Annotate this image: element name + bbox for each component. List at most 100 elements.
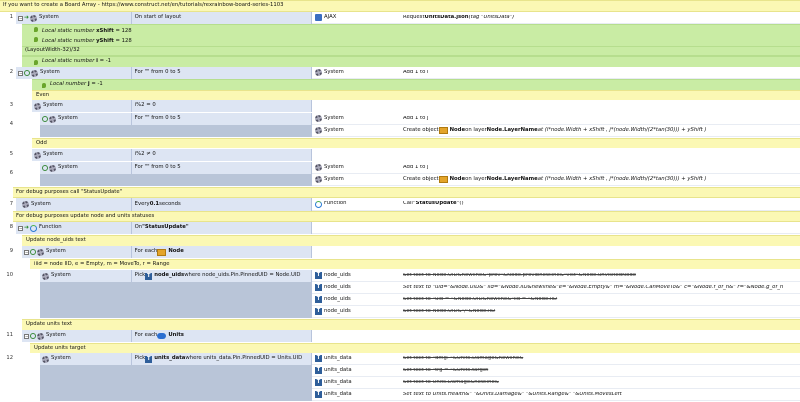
event-actions: System Add 1 to j System Create object N… <box>312 162 800 186</box>
group-update-units-target[interactable]: Update units target <box>0 343 800 353</box>
event-row-1[interactable]: 1 − ➜ System On start of layout AJAX Reque… <box>0 12 800 24</box>
event-row-5[interactable]: 5 System i%2 ≠ 0 <box>0 149 800 161</box>
var-list: Local static number xShift = 128 Local s… <box>22 24 800 46</box>
var-xshift[interactable]: Local static number xShift = 128 <box>34 26 132 34</box>
event-actions: Tnode_uids Set text to Node.UID&newline&… <box>312 270 800 318</box>
event-row-4[interactable]: 4 System For "" from 0 to 5 System Add 1… <box>0 113 800 137</box>
event-row-2[interactable]: 2 − System For "" from 0 to 5 System Add … <box>0 67 800 79</box>
action-text: Set text to "uid = "&Node.UID&newline&"i… <box>403 296 558 302</box>
event-condition[interactable]: − System For "" from 0 to 5 <box>16 67 312 79</box>
action-object: Tnode_uids <box>315 284 351 291</box>
action-object: System <box>312 176 400 183</box>
var-j[interactable]: Local number j = -1 <box>32 79 800 90</box>
action-object: System <box>312 164 400 171</box>
event-actions: System Add 1 to i <box>312 67 800 79</box>
loop-icon <box>30 249 36 255</box>
condition-object: System <box>32 100 132 112</box>
event-condition[interactable]: System Every 0.1 seconds <box>16 198 312 211</box>
event-actions: System Add 1 to j System Create object N… <box>312 113 800 137</box>
system-icon <box>315 127 322 134</box>
group-title: Update units text <box>22 319 800 330</box>
event-condition[interactable]: System For "" from 0 to 5 <box>40 113 312 137</box>
variable-icon <box>34 26 38 32</box>
var-yshift[interactable]: Local static number yShift = 128 <box>34 37 132 44</box>
event-row-11[interactable]: 11 − System For each Units <box>0 330 800 342</box>
comment-row[interactable]: (LayoutWidth-32)/32 <box>0 46 800 56</box>
group-update-node-uids[interactable]: Update node_uids text <box>0 235 800 246</box>
event-condition[interactable]: System i%2 ≠ 0 <box>32 149 312 161</box>
condition-object: − System <box>16 67 132 79</box>
event-row-10[interactable]: 10 System Pick Tnode_uids where node_uid… <box>0 270 800 318</box>
action-row[interactable]: AJAX Request UnitsData.json (tag "UnitsD… <box>312 12 800 24</box>
action-row[interactable]: System Add 1 to j <box>312 162 800 174</box>
system-icon <box>37 332 44 340</box>
event-row-9[interactable]: 9 − System For each Node <box>0 246 800 258</box>
comment-text: For debug purposes update node and units… <box>13 211 800 222</box>
condition-text: Pick Tunits_data where units_data.Pin.Pi… <box>134 355 303 363</box>
action-row[interactable]: Tnode_uids Set text to "uid = "&Node.UID… <box>312 294 800 306</box>
comment-row[interactable]: For debug purposes update node and units… <box>0 211 800 222</box>
action-row[interactable]: System Add 1 to j <box>312 113 800 125</box>
text-object-icon: T <box>315 308 322 315</box>
event-condition[interactable]: System Pick Tnode_uids where node_uids.P… <box>40 270 312 318</box>
action-text: Add 1 to j <box>403 115 429 121</box>
event-condition[interactable]: System For "" from 0 to 5 <box>40 162 312 186</box>
collapse-toggle[interactable]: − <box>18 225 23 231</box>
action-text: Request UnitsData.json (tag "UnitsData") <box>403 14 515 20</box>
event-row-8[interactable]: 8 − ➜ Function On "StatusUpdate" <box>0 222 800 234</box>
collapse-toggle[interactable]: − <box>24 249 29 255</box>
event-number: 11 <box>6 332 13 339</box>
action-row[interactable]: Tnode_uids Set text to Node.UID&newline&… <box>312 270 800 282</box>
event-row-12[interactable]: 12 System Pick Tunits_data where units_d… <box>0 353 800 401</box>
condition-text: For each Node <box>134 248 184 256</box>
text-object-icon: T <box>315 391 322 398</box>
group-title: Even <box>32 90 800 100</box>
var-i[interactable]: Local static number i = -1 <box>22 56 800 67</box>
condition-text: i%2 = 0 <box>134 102 156 109</box>
event-condition[interactable]: System i%2 = 0 <box>32 100 312 112</box>
text-object-icon: T <box>315 284 322 291</box>
system-icon <box>49 115 56 123</box>
system-icon <box>34 102 41 110</box>
action-row[interactable]: Tunits_data Set text to "dmg: "&Units.Da… <box>312 353 800 365</box>
event-row-3[interactable]: 3 System i%2 = 0 <box>0 100 800 112</box>
event-number: 1 <box>9 14 13 21</box>
comment-text: (LayoutWidth-32)/32 <box>22 46 800 56</box>
action-row[interactable]: System Create object Node on layer Node.… <box>312 174 800 186</box>
condition-text: Every 0.1 seconds <box>134 200 181 207</box>
node-sprite-icon <box>438 176 448 183</box>
action-row[interactable]: System Create object Node on layer Node.… <box>312 125 800 137</box>
action-row[interactable]: Tunits_data Set text to Units.Damage&new… <box>312 377 800 389</box>
event-condition[interactable]: − System For each Node <box>22 246 312 258</box>
event-condition[interactable]: − ➜ Function On "StatusUpdate" <box>16 222 312 234</box>
event-row-7[interactable]: 7 System Every 0.1 seconds Function Call… <box>0 198 800 211</box>
collapse-toggle[interactable]: − <box>24 333 29 339</box>
system-icon <box>315 164 322 171</box>
collapse-toggle[interactable]: − <box>18 70 23 76</box>
action-row[interactable]: System Add 1 to i <box>312 67 800 79</box>
group-legend[interactable]: iiid = node IID, e = Empty, m = MoveTo, … <box>0 259 800 269</box>
group-odd[interactable]: Odd <box>0 138 800 148</box>
action-row[interactable]: Tunits_data Set text to "trg = "&Units.t… <box>312 365 800 377</box>
group-update-units-text[interactable]: Update units text <box>0 319 800 330</box>
event-row-6[interactable]: 6 System For "" from 0 to 5 System Add 1… <box>0 162 800 186</box>
comment-row[interactable]: For debug purposes call "StatusUpdate" <box>0 187 800 198</box>
event-condition[interactable]: − ➜ System On start of layout <box>16 12 312 24</box>
comment-row[interactable]: If you want to create a Board Array - ht… <box>0 0 800 12</box>
system-icon <box>42 272 49 280</box>
trigger-arrow-icon: ➜ <box>24 224 30 231</box>
system-icon <box>34 151 41 159</box>
action-row[interactable]: Tunits_data Set text to Units.Health&" "… <box>312 389 800 401</box>
event-number: 2 <box>9 69 13 76</box>
group-even[interactable]: Even <box>0 90 800 100</box>
variable-icon <box>34 59 38 65</box>
action-text: Set text to Node.UID&"/"&Node.IID <box>403 308 496 314</box>
system-icon <box>49 164 56 172</box>
action-row[interactable]: Tnode_uids Set text to Node.UID&"/"&Node… <box>312 306 800 318</box>
collapse-toggle[interactable]: − <box>18 15 23 21</box>
event-condition[interactable]: System Pick Tunits_data where units_data… <box>40 353 312 401</box>
action-row[interactable]: Function Call "StatusUpdate" () <box>312 198 800 211</box>
variables-block: Local static number xShift = 128 Local s… <box>0 24 800 46</box>
event-condition[interactable]: − System For each Units <box>22 330 312 342</box>
action-row[interactable]: Tnode_uids Set text to "uid="&Node.UID&"… <box>312 282 800 294</box>
